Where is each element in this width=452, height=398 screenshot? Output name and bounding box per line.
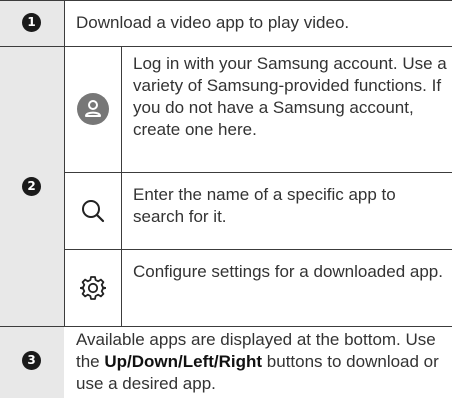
search-icon bbox=[82, 200, 105, 223]
instruction-table: 1 Download a video app to play video. 2 … bbox=[0, 0, 452, 398]
table-border bbox=[64, 0, 65, 326]
table-border bbox=[0, 0, 452, 1]
table-border bbox=[0, 46, 452, 47]
step-3-text: Available apps are displayed at the bott… bbox=[76, 329, 448, 395]
table-border bbox=[121, 46, 122, 326]
user-icon bbox=[77, 93, 109, 125]
table-border bbox=[64, 172, 452, 173]
search-description: Enter the name of a specific app to sear… bbox=[133, 185, 396, 226]
gear-icon bbox=[80, 276, 106, 300]
step-number-badge: 2 bbox=[22, 177, 41, 196]
direction-buttons-label: Up/Down/Left/Right bbox=[104, 352, 263, 371]
table-border bbox=[64, 249, 452, 250]
settings-description: Configure settings for a downloaded app. bbox=[133, 262, 443, 281]
step-1-text: Download a video app to play video. bbox=[76, 13, 350, 32]
account-description: Log in with your Samsung account. Use a … bbox=[133, 54, 447, 139]
table-border bbox=[0, 326, 452, 327]
step-number-badge: 1 bbox=[22, 13, 41, 32]
step-number-badge: 3 bbox=[22, 351, 41, 370]
